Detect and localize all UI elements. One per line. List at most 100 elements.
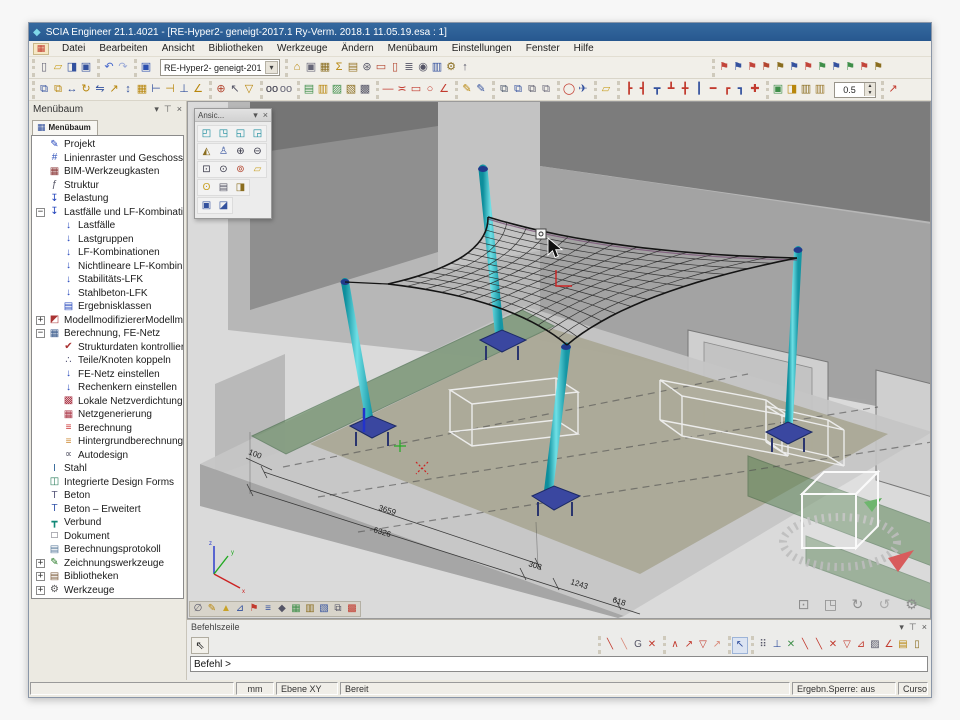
expand-icon[interactable]: + bbox=[36, 316, 45, 325]
display-preset-7-icon[interactable]: ⚑ bbox=[801, 60, 815, 75]
collapse-icon[interactable]: − bbox=[36, 329, 45, 338]
tree-item-lokale-netzverdichtung[interactable]: −▩Lokale Netzverdichtung bbox=[32, 395, 183, 409]
table-input-icon[interactable]: ▧ bbox=[317, 602, 331, 616]
view-toolbox-close-icon[interactable]: × bbox=[263, 110, 268, 121]
shading-icon[interactable]: ◆ bbox=[275, 602, 289, 616]
redo-icon[interactable]: ↷ bbox=[116, 60, 130, 75]
menu-hilfe[interactable]: Hilfe bbox=[567, 42, 601, 55]
sections-icon[interactable]: ▦ bbox=[289, 602, 303, 616]
tree-item-lastfälle[interactable]: −↓Lastfälle bbox=[32, 219, 183, 233]
display-preset-11-icon[interactable]: ⚑ bbox=[857, 60, 871, 75]
tree-item-linienraster-und-geschosse[interactable]: −#Linienraster und Geschosse bbox=[32, 152, 183, 166]
status-plane[interactable]: Ebene XY bbox=[276, 682, 338, 695]
display-preset-12-icon[interactable]: ⚑ bbox=[871, 60, 885, 75]
open-icon[interactable]: ▱ bbox=[51, 60, 65, 75]
draw-circle-icon[interactable]: ○ bbox=[423, 82, 437, 97]
labels-icon[interactable]: ⚑ bbox=[247, 602, 261, 616]
snap-region-icon[interactable]: ▨ bbox=[868, 638, 882, 653]
view-front-icon[interactable]: ◰ bbox=[198, 126, 215, 141]
snap-free-icon[interactable]: ╲ bbox=[603, 638, 617, 653]
layers-icon[interactable]: ▤ bbox=[302, 82, 316, 97]
panel-pin-icon[interactable]: ⊤ bbox=[164, 104, 172, 115]
tree-item-projekt[interactable]: −✎Projekt bbox=[32, 138, 183, 152]
calculation-icon[interactable]: ▦ bbox=[318, 60, 332, 75]
collapse-icon[interactable]: − bbox=[36, 208, 45, 217]
snap-off-icon[interactable]: ✕ bbox=[645, 638, 659, 653]
search-members-icon[interactable]: oo bbox=[265, 82, 279, 97]
observer-icon[interactable]: ♙ bbox=[215, 144, 232, 159]
display-preset-5-icon[interactable]: ⚑ bbox=[773, 60, 787, 75]
visibility-icon[interactable]: ▨ bbox=[330, 82, 344, 97]
menu-bearbeiten[interactable]: Bearbeiten bbox=[92, 42, 154, 55]
move-member-icon[interactable]: ↔ bbox=[65, 82, 79, 97]
panel-close-icon[interactable]: × bbox=[177, 104, 182, 115]
snap-line-icon[interactable]: ╲ bbox=[617, 638, 631, 653]
copy-member-icon[interactable]: ⧉ bbox=[37, 82, 51, 97]
sketch-icon[interactable]: ✎ bbox=[460, 82, 474, 97]
display-preset-10-icon[interactable]: ⚑ bbox=[843, 60, 857, 75]
trim-member-icon[interactable]: ⊢ bbox=[149, 82, 163, 97]
zoom-border-icon[interactable]: ⊡ bbox=[795, 595, 812, 612]
combo-dropdown-icon[interactable]: ▾ bbox=[265, 61, 278, 74]
clipboard-icon[interactable]: ▤ bbox=[346, 60, 360, 75]
menu-ändern[interactable]: Ändern bbox=[334, 42, 380, 55]
display-preset-1-icon[interactable]: ⚑ bbox=[717, 60, 731, 75]
draw-angle-icon[interactable]: ∠ bbox=[437, 82, 451, 97]
new-window-icon[interactable]: ▣ bbox=[139, 60, 153, 75]
filter-icon[interactable]: ▽ bbox=[242, 82, 256, 97]
reaction-icon[interactable]: ┃ bbox=[692, 82, 706, 97]
view-axonometric-icon[interactable]: ◲ bbox=[249, 126, 266, 141]
spring-icon[interactable]: ━ bbox=[706, 82, 720, 97]
mesh-ball-icon[interactable]: ⊛ bbox=[360, 60, 374, 75]
load-icon[interactable]: ┳ bbox=[650, 82, 664, 97]
tree-item-strukturdaten-kontrollieren[interactable]: −✔Strukturdaten kontrollieren bbox=[32, 341, 183, 355]
fly-through-icon[interactable]: ✈ bbox=[576, 82, 590, 97]
snap-settings-icon[interactable]: ▤ bbox=[896, 638, 910, 653]
display-preset-2-icon[interactable]: ⚑ bbox=[731, 60, 745, 75]
print-view-icon[interactable]: ▤ bbox=[215, 180, 232, 195]
tree-item-berechnung-fe-netz[interactable]: −▦Berechnung, FE-Netz bbox=[32, 327, 183, 341]
display-settings-icon[interactable]: ⚙ bbox=[903, 595, 920, 612]
scale-spinner[interactable]: 0.5 ▲▼ bbox=[834, 82, 876, 98]
tree-item-zeichnungswerkzeuge[interactable]: +✎Zeichnungswerkzeuge bbox=[32, 557, 183, 571]
zoom-out-icon[interactable]: ⊖ bbox=[249, 144, 266, 159]
status-cursor[interactable]: Curso bbox=[898, 682, 928, 695]
zoom-window-icon[interactable]: ⊡ bbox=[198, 162, 215, 177]
model-view-icon[interactable]: ▣ bbox=[304, 60, 318, 75]
tree-item-stabilitäts-lfk[interactable]: −↓Stabilitäts-LFK bbox=[32, 273, 183, 287]
view-cube-icon[interactable]: ◳ bbox=[822, 595, 839, 612]
display-preset-3-icon[interactable]: ⚑ bbox=[745, 60, 759, 75]
levels-icon[interactable]: ≡ bbox=[261, 602, 275, 616]
snap-intersection-icon[interactable]: ✕ bbox=[784, 638, 798, 653]
viewport-3d[interactable]: 100 3659 6326 308 1243 618 z x y bbox=[187, 101, 931, 619]
menu-menübaum[interactable]: Menübaum bbox=[381, 42, 445, 55]
save-icon[interactable]: ▣ bbox=[79, 60, 93, 75]
cursor-mode-icon[interactable]: ↖ bbox=[228, 82, 242, 97]
mesh-view-icon[interactable]: ▩ bbox=[345, 602, 359, 616]
tree-item-beton-erweitert[interactable]: −TBeton – Erweitert bbox=[32, 503, 183, 517]
zoom-all-icon[interactable]: ⊙ bbox=[215, 162, 232, 177]
tree-item-lastgruppen[interactable]: −↓Lastgruppen bbox=[32, 233, 183, 247]
view-side-icon[interactable]: ◳ bbox=[215, 126, 232, 141]
tree-item-lf-kombinationen[interactable]: −↓LF-Kombinationen bbox=[32, 246, 183, 260]
title-bar[interactable]: ◆ SCIA Engineer 21.1.4021 - [RE-Hyper2- … bbox=[29, 23, 931, 41]
capture-view-icon[interactable]: ◨ bbox=[232, 180, 249, 195]
view-top-icon[interactable]: ◱ bbox=[232, 126, 249, 141]
tree-item-hintergrundberechnung[interactable]: −≡Hintergrundberechnung bbox=[32, 435, 183, 449]
tree-item-stahl[interactable]: −IStahl bbox=[32, 462, 183, 476]
hinge-icon[interactable]: ┫ bbox=[636, 82, 650, 97]
display-preset-8-icon[interactable]: ⚑ bbox=[815, 60, 829, 75]
duplicate-view-icon[interactable]: ⧉ bbox=[539, 82, 553, 97]
expand-icon[interactable]: + bbox=[36, 586, 45, 595]
snap-cross-icon[interactable]: ✕ bbox=[826, 638, 840, 653]
axes-icon[interactable]: ▲ bbox=[219, 602, 233, 616]
draw-rectangle-icon[interactable]: ▭ bbox=[409, 82, 423, 97]
tree-item-teile-knoten-koppeln[interactable]: −∴Teile/Knoten koppeln bbox=[32, 354, 183, 368]
moment-icon[interactable]: ┻ bbox=[664, 82, 678, 97]
tree-item-bibliotheken[interactable]: +▤Bibliotheken bbox=[32, 570, 183, 584]
measure-icon[interactable]: ∠ bbox=[191, 82, 205, 97]
search-nodes-icon[interactable]: oo bbox=[279, 82, 293, 97]
display-preset-9-icon[interactable]: ⚑ bbox=[829, 60, 843, 75]
select-add-icon[interactable]: ⊕ bbox=[214, 82, 228, 97]
open-project-folder-icon[interactable]: ▱ bbox=[599, 82, 613, 97]
